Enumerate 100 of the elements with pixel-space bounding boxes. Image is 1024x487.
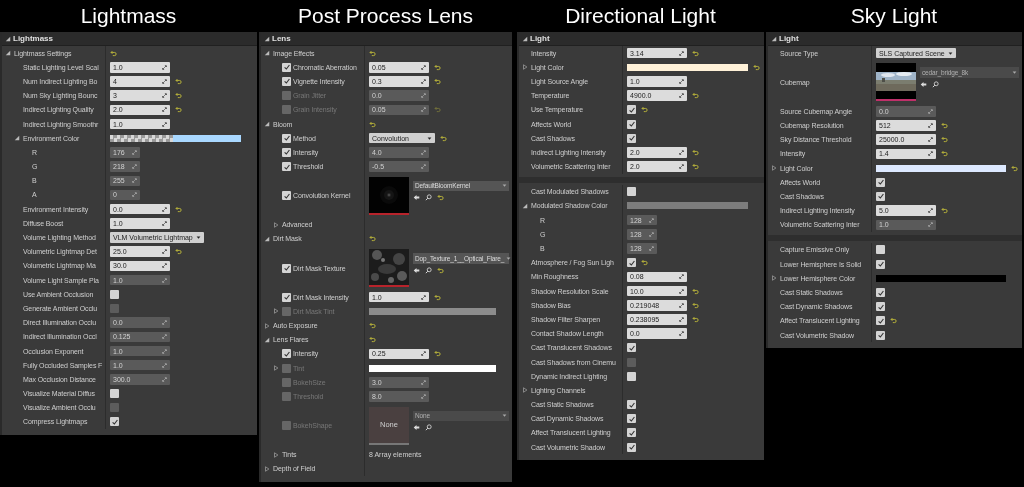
reset-icon[interactable] (434, 63, 441, 71)
reset-icon[interactable] (753, 63, 760, 71)
reset-icon[interactable] (369, 120, 376, 128)
category-bar[interactable]: Lightmass (2, 32, 257, 46)
checkbox[interactable] (876, 316, 885, 326)
checkbox[interactable] (627, 442, 636, 452)
override-checkbox[interactable] (282, 306, 291, 316)
search-icon[interactable] (425, 266, 432, 274)
reset-icon[interactable] (941, 207, 948, 215)
reset-icon[interactable] (890, 317, 897, 325)
expander-arrow-icon[interactable] (273, 308, 279, 315)
expander-arrow-icon[interactable] (264, 35, 270, 42)
expander-arrow-icon[interactable] (264, 50, 270, 57)
checkbox[interactable] (876, 191, 885, 201)
checkbox[interactable] (627, 119, 636, 129)
override-checkbox[interactable] (282, 292, 291, 302)
expander-arrow-icon[interactable] (771, 165, 777, 172)
expander-arrow-icon[interactable] (264, 121, 270, 128)
checkbox[interactable] (627, 105, 636, 115)
color-swatch[interactable] (369, 307, 496, 315)
checkbox[interactable] (876, 177, 885, 187)
color-swatch[interactable] (876, 274, 1006, 282)
reset-icon[interactable] (692, 148, 699, 156)
reset-icon[interactable] (692, 287, 699, 295)
reset-icon[interactable] (692, 92, 699, 100)
asset-thumbnail[interactable] (369, 249, 409, 288)
reset-icon[interactable] (692, 49, 699, 57)
expander-arrow-icon[interactable] (522, 387, 528, 394)
back-arrow-icon[interactable] (413, 266, 420, 274)
checkbox[interactable] (627, 400, 636, 410)
checkbox[interactable] (627, 187, 636, 197)
reset-icon[interactable] (434, 350, 441, 358)
reset-icon[interactable] (437, 194, 444, 202)
checkbox[interactable] (627, 133, 636, 143)
expander-arrow-icon[interactable] (771, 275, 777, 282)
expander-arrow-icon[interactable] (273, 221, 279, 228)
color-swatch[interactable] (110, 134, 241, 142)
reset-icon[interactable] (175, 106, 182, 114)
checkbox[interactable] (627, 258, 636, 268)
reset-icon[interactable] (369, 49, 376, 57)
checkbox[interactable] (110, 389, 119, 399)
expander-arrow-icon[interactable] (5, 50, 11, 57)
category-bar[interactable]: Lens (261, 32, 512, 46)
reset-icon[interactable] (175, 77, 182, 85)
checkbox[interactable] (876, 330, 885, 340)
override-checkbox[interactable] (282, 76, 291, 86)
reset-icon[interactable] (641, 106, 648, 114)
reset-icon[interactable] (437, 266, 444, 274)
override-checkbox[interactable] (282, 363, 291, 373)
reset-icon[interactable] (110, 49, 117, 57)
checkbox[interactable] (110, 417, 119, 427)
expander-arrow-icon[interactable] (264, 322, 270, 329)
reset-icon[interactable] (1011, 164, 1018, 172)
expander-arrow-icon[interactable] (14, 135, 20, 142)
checkbox[interactable] (110, 289, 119, 299)
category-bar[interactable]: Light (768, 32, 1022, 46)
reset-icon[interactable] (175, 92, 182, 100)
reset-icon[interactable] (941, 121, 948, 129)
checkbox[interactable] (627, 414, 636, 424)
checkbox[interactable] (876, 245, 885, 255)
checkbox[interactable] (876, 259, 885, 269)
search-icon[interactable] (425, 194, 432, 202)
override-checkbox[interactable] (282, 263, 291, 273)
search-icon[interactable] (425, 424, 432, 432)
reset-icon[interactable] (175, 248, 182, 256)
color-swatch[interactable] (627, 63, 748, 71)
reset-icon[interactable] (692, 301, 699, 309)
asset-thumbnail[interactable] (369, 176, 409, 215)
color-swatch[interactable] (876, 164, 1006, 172)
expander-arrow-icon[interactable] (273, 451, 279, 458)
reset-icon[interactable] (941, 150, 948, 158)
category-bar[interactable]: Light (519, 32, 764, 46)
color-swatch[interactable] (369, 364, 496, 372)
expander-arrow-icon[interactable] (771, 35, 777, 42)
override-checkbox[interactable] (282, 349, 291, 359)
checkbox[interactable] (876, 302, 885, 312)
checkbox[interactable] (627, 371, 636, 381)
reset-icon[interactable] (941, 136, 948, 144)
color-swatch[interactable] (627, 202, 748, 210)
reset-icon[interactable] (175, 205, 182, 213)
asset-thumbnail[interactable] (876, 63, 916, 102)
checkbox[interactable] (876, 288, 885, 298)
back-arrow-icon[interactable] (413, 424, 420, 432)
expander-arrow-icon[interactable] (273, 365, 279, 372)
expander-arrow-icon[interactable] (264, 235, 270, 242)
expander-arrow-icon[interactable] (522, 64, 528, 71)
reset-icon[interactable] (369, 235, 376, 243)
reset-icon[interactable] (369, 336, 376, 344)
reset-icon[interactable] (692, 315, 699, 323)
checkbox[interactable] (627, 428, 636, 438)
checkbox[interactable] (627, 343, 636, 353)
back-arrow-icon[interactable] (413, 194, 420, 202)
expander-arrow-icon[interactable] (264, 336, 270, 343)
back-arrow-icon[interactable] (920, 80, 927, 88)
expander-arrow-icon[interactable] (5, 35, 11, 42)
reset-icon[interactable] (434, 77, 441, 85)
reset-icon[interactable] (692, 163, 699, 171)
reset-icon[interactable] (434, 293, 441, 301)
reset-icon[interactable] (641, 259, 648, 267)
expander-arrow-icon[interactable] (522, 35, 528, 42)
